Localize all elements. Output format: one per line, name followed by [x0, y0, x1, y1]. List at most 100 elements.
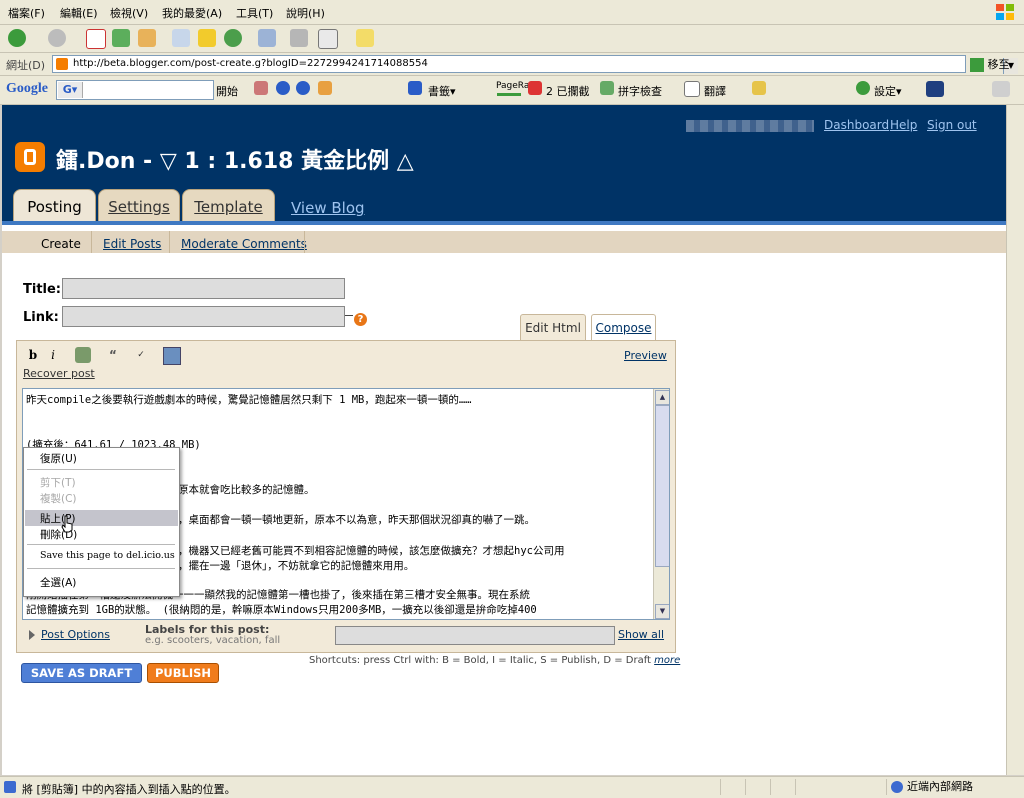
google-g-icon: G▾ — [58, 82, 83, 98]
labels-input[interactable] — [335, 626, 615, 645]
translate-button[interactable]: 翻譯 — [704, 83, 726, 99]
tab-edit-html[interactable]: Edit Html — [520, 314, 586, 341]
search-icon[interactable] — [172, 29, 190, 47]
italic-button[interactable]: i — [45, 347, 61, 363]
go-arrow-icon — [970, 58, 984, 72]
page-scrollbar[interactable] — [1006, 105, 1024, 775]
preview-link[interactable]: Preview — [624, 349, 667, 362]
subtab-edit-posts[interactable]: Edit Posts — [103, 237, 161, 251]
tab-compose[interactable]: Compose — [591, 314, 656, 341]
popups-blocked-count[interactable]: 2 已攔截 — [546, 83, 590, 99]
help-question-icon[interactable]: ? — [354, 313, 367, 326]
google-logo: Google — [6, 81, 48, 96]
puzzle-icon[interactable] — [318, 81, 332, 95]
title-input[interactable] — [62, 278, 345, 299]
menu-bar: 檔案(F) 編輯(E) 檢視(V) 我的最愛(A) 工具(T) 說明(H) — [0, 0, 1024, 25]
publish-button[interactable]: PUBLISH — [147, 663, 219, 683]
menu-help[interactable]: 說明(H) — [286, 5, 325, 21]
news-icon[interactable] — [254, 81, 268, 95]
show-all-link[interactable]: Show all — [618, 628, 664, 641]
context-menu-select-all[interactable]: 全選(A) — [40, 575, 76, 590]
web-page: Dashboard Help Sign out 鐳.Don - ▽ 1 : 1.… — [2, 105, 1006, 775]
windows-logo-icon — [996, 4, 1014, 20]
context-menu: 復原(U) 剪下(T) 複製(C) 貼上(P) 刪除(D) Save this … — [23, 447, 180, 597]
globe-2-icon[interactable] — [296, 81, 310, 95]
bold-button[interactable]: b — [25, 347, 41, 363]
header-divider — [2, 221, 1006, 225]
tools-icon[interactable] — [992, 81, 1010, 97]
dashboard-link[interactable]: Dashboard — [824, 118, 889, 132]
link-input[interactable] — [62, 306, 345, 327]
context-menu-separator — [27, 469, 175, 470]
post-options-link[interactable]: Post Options — [41, 628, 110, 641]
scroll-thumb[interactable] — [655, 405, 669, 567]
spellcheck-abc-icon[interactable]: ✓ — [133, 347, 149, 363]
status-divider — [745, 779, 746, 795]
menu-tools[interactable]: 工具(T) — [236, 5, 273, 21]
subtab-divider — [304, 231, 305, 253]
textarea-scrollbar[interactable]: ▲ ▼ — [653, 389, 669, 619]
edit-word-icon[interactable] — [318, 29, 338, 49]
link-label: Link: — [23, 310, 59, 325]
google-search-button[interactable]: 開始 — [216, 83, 238, 99]
forward-icon[interactable] — [48, 29, 66, 47]
google-search-input[interactable]: G▾ — [56, 80, 214, 100]
color-picker-icon[interactable] — [926, 81, 944, 97]
tab-settings[interactable]: Settings — [98, 189, 180, 223]
menu-favorites[interactable]: 我的最愛(A) — [162, 5, 222, 21]
menu-view[interactable]: 檢視(V) — [110, 5, 148, 21]
back-icon[interactable] — [8, 29, 26, 47]
address-input[interactable]: http://beta.blogger.com/post-create.g?bl… — [52, 55, 1018, 74]
status-divider — [720, 779, 721, 795]
context-menu-undo[interactable]: 復原(U) — [40, 451, 77, 466]
context-menu-separator — [27, 568, 175, 569]
bookmarks-menu[interactable]: 書籤▾ — [428, 83, 456, 99]
menu-edit[interactable]: 編輯(E) — [60, 5, 98, 21]
blockquote-icon[interactable]: “ — [105, 347, 121, 363]
sign-out-link[interactable]: Sign out — [927, 118, 977, 132]
security-zone: 近端內部網路 — [886, 779, 1023, 795]
help-link[interactable]: Help — [890, 118, 917, 132]
tab-posting[interactable]: Posting — [13, 189, 96, 223]
favicon-icon — [56, 58, 68, 70]
mail-icon[interactable] — [258, 29, 276, 47]
blogger-header: Dashboard Help Sign out 鐳.Don - ▽ 1 : 1.… — [2, 105, 1006, 223]
context-menu-separator — [27, 544, 175, 545]
globe-icon[interactable] — [276, 81, 290, 95]
history-icon[interactable] — [224, 29, 242, 47]
favorites-star-icon[interactable] — [198, 29, 216, 47]
tab-template[interactable]: Template — [182, 189, 275, 223]
recover-post-link[interactable]: Recover post — [23, 367, 95, 380]
view-blog-link[interactable]: View Blog — [291, 199, 365, 217]
blogger-logo-icon — [15, 142, 45, 172]
shortcuts-more-link[interactable]: more — [654, 655, 680, 666]
refresh-icon[interactable] — [112, 29, 130, 47]
stop-icon[interactable] — [86, 29, 106, 49]
spellcheck-icon[interactable] — [600, 81, 614, 95]
subtab-create[interactable]: Create — [41, 237, 81, 251]
save-as-draft-button[interactable]: SAVE AS DRAFT — [21, 663, 142, 683]
translate-icon[interactable] — [684, 81, 700, 97]
status-divider — [795, 779, 796, 795]
menu-file[interactable]: 檔案(F) — [8, 5, 45, 21]
labels-hint: e.g. scooters, vacation, fall — [145, 635, 281, 646]
print-icon[interactable] — [290, 29, 308, 47]
subtab-moderate-comments[interactable]: Moderate Comments — [181, 237, 307, 251]
spellcheck-button[interactable]: 拼字檢查 — [618, 83, 662, 99]
send-to-icon[interactable] — [752, 81, 766, 95]
context-menu-delicious[interactable]: Save this page to del.icio.us — [40, 550, 175, 561]
go-button[interactable]: 移至 — [970, 56, 1022, 72]
expand-arrow-icon[interactable] — [29, 630, 35, 640]
text-line: 昨天compile之後要執行遊戲劇本的時候，驚覺記憶體居然只剩下 1 MB，跑起… — [26, 394, 472, 406]
bookmark-star-icon[interactable] — [408, 81, 422, 95]
settings-menu[interactable]: 設定▾ — [874, 83, 902, 99]
text-line: 記憶體擴充到 1GB的狀態。 (很納悶的是，幹嘛原本Windows只用200多M… — [26, 604, 537, 616]
insert-image-icon[interactable] — [163, 347, 181, 365]
popup-blocker-icon[interactable] — [528, 81, 542, 95]
link-globe-icon[interactable] — [75, 347, 91, 363]
account-email-blurred — [686, 120, 814, 132]
scroll-down-icon[interactable]: ▼ — [655, 604, 669, 619]
home-icon[interactable] — [138, 29, 156, 47]
scroll-up-icon[interactable]: ▲ — [655, 390, 669, 405]
messenger-icon[interactable] — [356, 29, 374, 47]
